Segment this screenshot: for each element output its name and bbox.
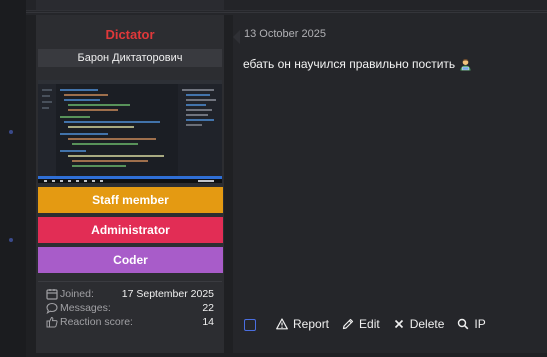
stat-messages: Messages: 22 (46, 301, 214, 315)
previous-user-cell-edge (36, 0, 224, 10)
delete-label: Delete (409, 317, 445, 331)
speech-bubble-icon (46, 302, 58, 314)
message-arrow (233, 30, 240, 44)
report-label: Report (293, 317, 330, 331)
stat-joined-value: 17 September 2025 (121, 288, 214, 300)
post-separator (26, 12, 547, 13)
user-stats: Joined: 17 September 2025 Messages: 22 R… (46, 287, 214, 329)
post-bottom-edge (26, 353, 547, 357)
administrator-banner: Administrator (38, 217, 223, 243)
stats-divider (38, 281, 222, 282)
message-date[interactable]: 13 October 2025 (244, 28, 326, 40)
cross-icon (394, 319, 403, 329)
stat-reaction-label: Reaction score: (60, 316, 133, 328)
calendar-icon (46, 289, 58, 300)
delete-button[interactable]: Delete (393, 317, 445, 331)
edit-button[interactable]: Edit (342, 317, 380, 331)
post-actions: Report Edit Delete IP (244, 317, 499, 331)
stat-reaction-score: Reaction score: 14 (46, 315, 214, 329)
pencil-icon (342, 318, 354, 330)
staff-member-banner: Staff member (38, 187, 223, 213)
thumbs-up-icon (46, 316, 58, 328)
username-link[interactable]: Dictator (36, 27, 224, 42)
avatar[interactable] (38, 80, 222, 183)
stat-reaction-value: 14 (202, 316, 214, 328)
message-body: ебать он научился правильно постить (243, 57, 472, 71)
technologist-emoji-icon (460, 58, 471, 70)
report-button[interactable]: Report (276, 317, 329, 331)
warning-triangle-icon (276, 318, 288, 330)
coder-banner: Coder (38, 247, 223, 273)
stat-joined-label: Joined: (60, 288, 94, 300)
avatar-code-editor-image (38, 80, 222, 183)
gutter-dot-icon (9, 238, 13, 242)
edit-label: Edit (359, 317, 380, 331)
select-post-checkbox[interactable] (244, 318, 256, 331)
magnifier-icon (458, 318, 469, 330)
left-gutter (0, 0, 26, 357)
ip-button[interactable]: IP (457, 317, 486, 331)
stat-messages-value: 22 (202, 302, 214, 314)
ip-label: IP (474, 317, 486, 331)
stat-messages-label: Messages: (60, 302, 111, 314)
gutter-dot-icon (9, 130, 13, 134)
stat-joined: Joined: 17 September 2025 (46, 287, 214, 301)
user-title: Барон Диктаторович (38, 49, 222, 67)
message-text: ебать он научился правильно постить (243, 57, 456, 71)
